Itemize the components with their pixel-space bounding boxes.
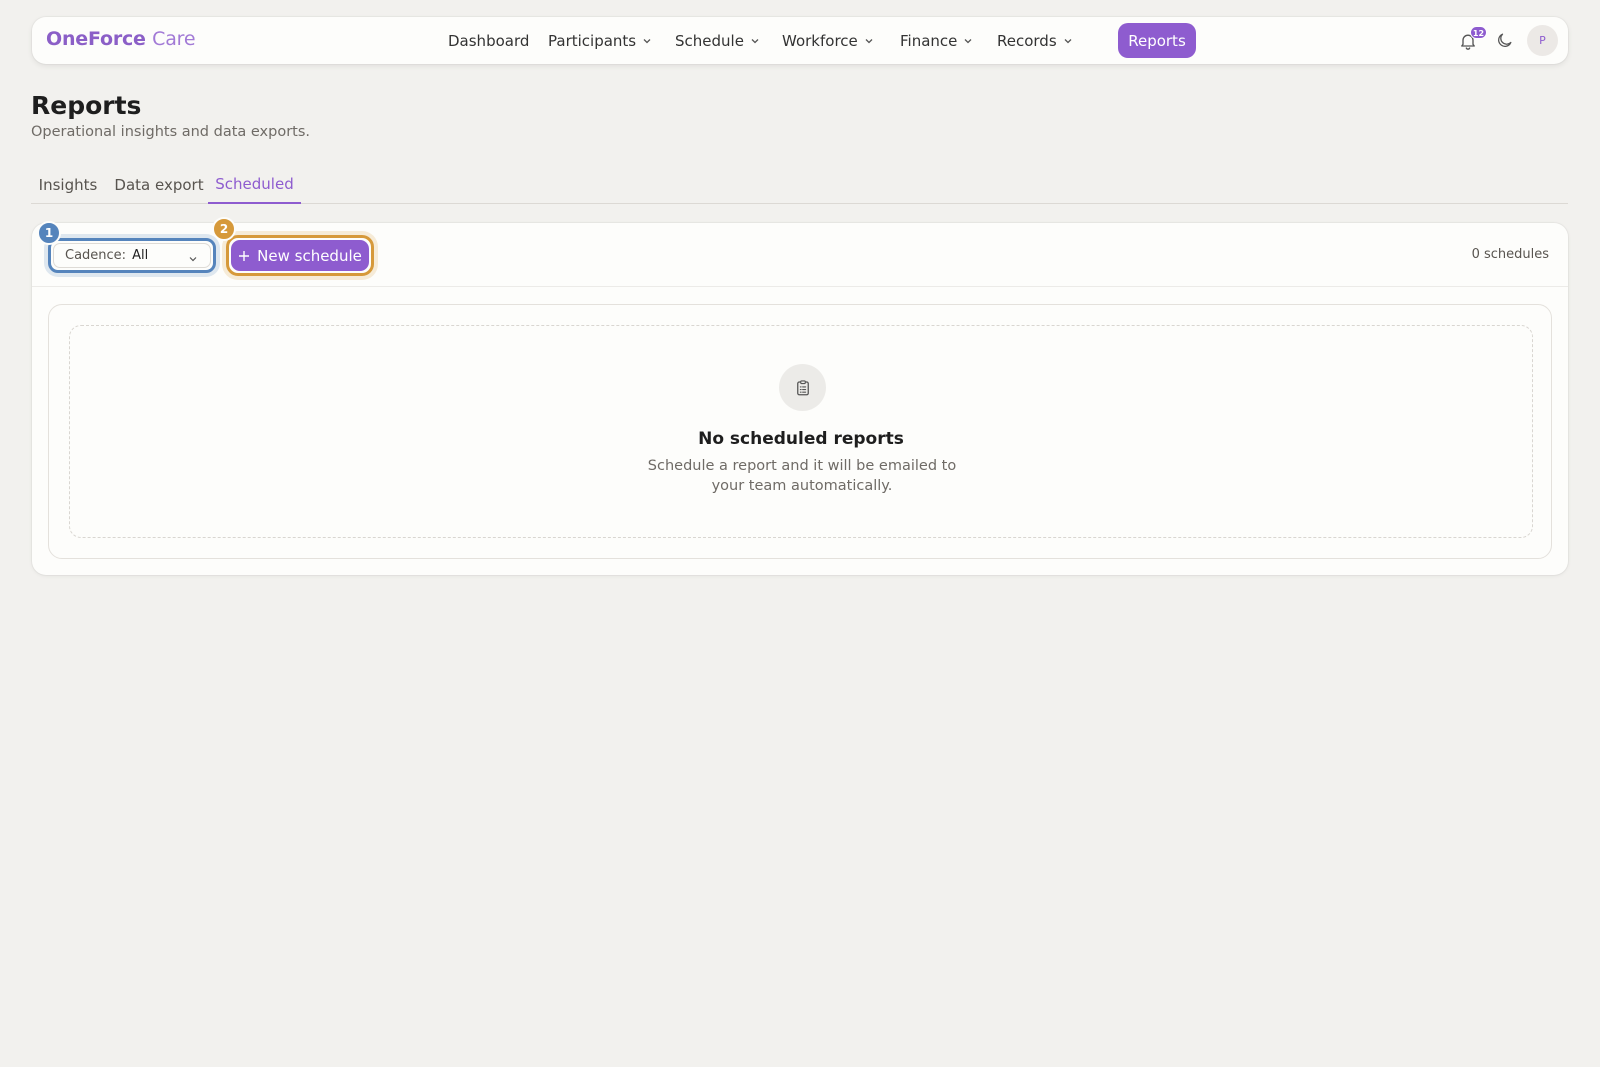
chevron-down-icon <box>865 39 873 44</box>
nav-item-label: Participants <box>548 32 637 50</box>
nav-item-label: Records <box>997 32 1057 50</box>
nav-item-schedule[interactable]: Schedule <box>675 30 760 52</box>
schedule-count: 0 schedules <box>1471 247 1549 262</box>
theme-toggle-button[interactable] <box>1491 28 1517 54</box>
cadence-value: All <box>132 248 149 263</box>
clipboard-list-icon <box>779 364 826 411</box>
empty-state-title: No scheduled reports <box>698 429 904 449</box>
plus-icon <box>239 250 250 261</box>
nav-item-dashboard[interactable]: Dashboard <box>448 30 529 52</box>
tab-data-export[interactable]: Data export <box>111 165 207 204</box>
tab-scheduled[interactable]: Scheduled <box>208 165 301 204</box>
nav-item-records[interactable]: Records <box>997 30 1073 52</box>
clipboard-list-icon-glyph <box>796 379 809 395</box>
scheduled-reports-card: Cadence: All 1 New schedule 2 0 schedule… <box>32 217 1568 575</box>
nav-item-label: Finance <box>900 32 958 50</box>
new-schedule-button-face: New schedule <box>231 240 369 271</box>
nav-item-label: Schedule <box>675 32 744 50</box>
notification-count-badge: 12 <box>1470 25 1487 39</box>
new-schedule-label: New schedule <box>257 246 362 265</box>
cadence-filter-select[interactable]: Cadence: All <box>48 238 216 273</box>
report-tabs: Insights Data export Scheduled <box>31 165 1568 204</box>
scheduled-toolbar: Cadence: All 1 New schedule 2 0 schedule… <box>32 217 1568 287</box>
new-schedule-button[interactable]: New schedule <box>226 235 374 276</box>
nav-item-reports[interactable]: Reports <box>1118 23 1196 58</box>
nav-item-finance[interactable]: Finance <box>900 30 973 52</box>
page-subtitle: Operational insights and data exports. <box>31 124 311 140</box>
user-avatar[interactable]: P <box>1527 25 1558 56</box>
empty-state: No scheduled reports Schedule a report a… <box>69 325 1533 538</box>
notifications-button[interactable]: 12 <box>1455 25 1487 54</box>
tab-insights[interactable]: Insights <box>31 165 105 204</box>
step-marker-2: 2 <box>212 217 236 241</box>
schedules-list-panel: No scheduled reports Schedule a report a… <box>48 304 1552 559</box>
navbar-actions: 12 P <box>1455 24 1558 57</box>
main-nav: Dashboard Participants Schedule Workforc… <box>32 17 1568 64</box>
chevron-down-icon <box>643 39 651 44</box>
page-title: Reports <box>31 91 142 120</box>
nav-item-workforce[interactable]: Workforce <box>782 30 874 52</box>
chevron-down-icon <box>1064 39 1072 44</box>
chevron-down-icon <box>964 39 972 44</box>
cadence-label: Cadence: <box>65 248 127 263</box>
cadence-select-box: Cadence: All <box>53 243 211 268</box>
chevron-down-icon <box>189 257 197 262</box>
chevron-down-icon <box>751 39 759 44</box>
step-marker-1: 1 <box>37 221 61 245</box>
top-navbar: OneForce Care Dashboard Participants Sch… <box>32 17 1568 64</box>
nav-item-label: Workforce <box>782 32 858 50</box>
empty-state-description: Schedule a report and it will be emailed… <box>647 458 957 494</box>
moon-icon <box>1497 33 1511 47</box>
nav-item-participants[interactable]: Participants <box>548 30 652 52</box>
nav-item-label: Dashboard <box>448 32 530 50</box>
